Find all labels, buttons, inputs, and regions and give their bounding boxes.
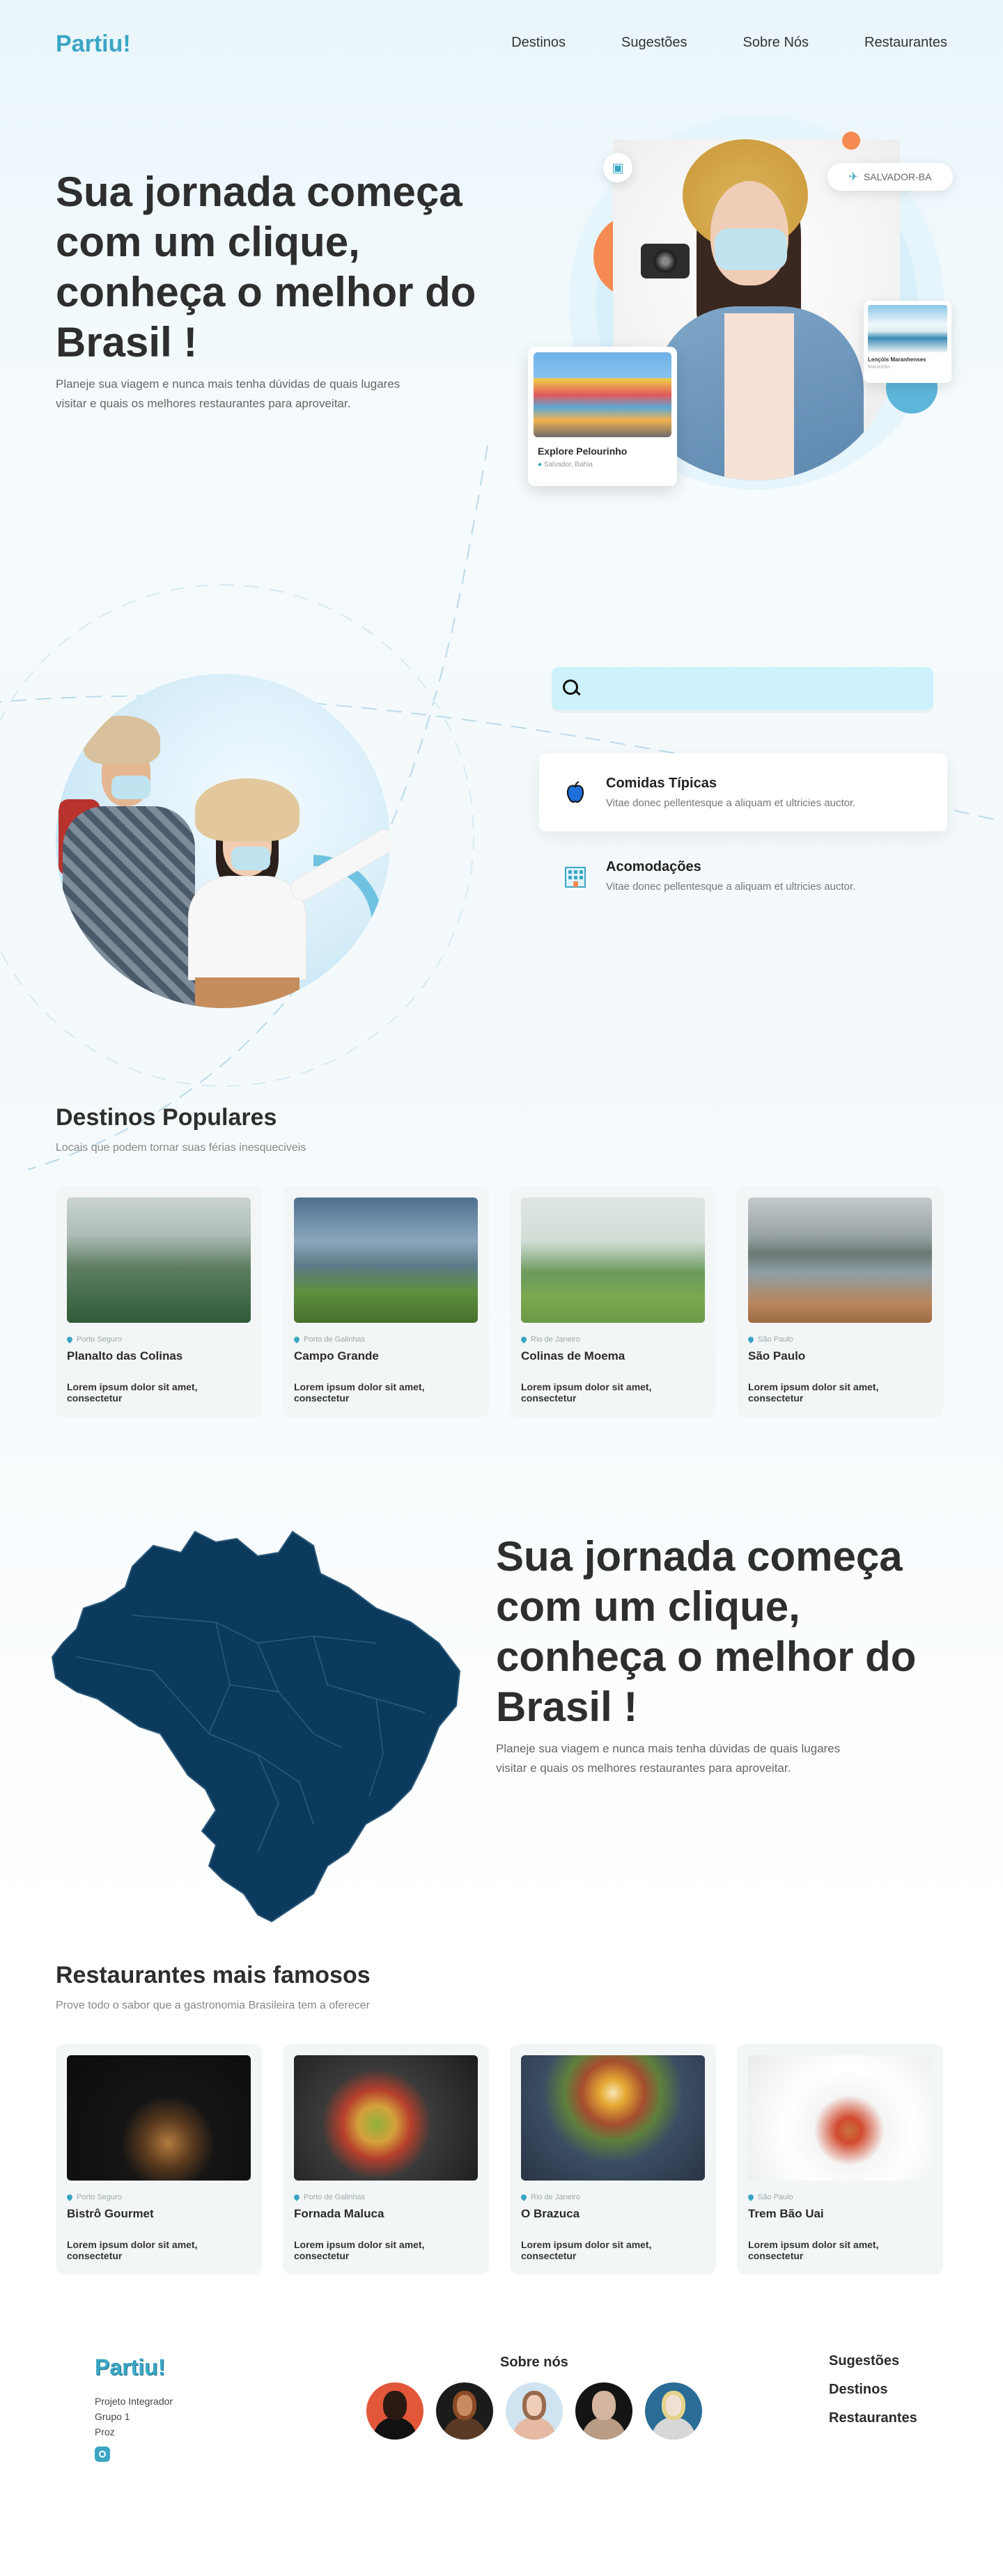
destino-desc: Lorem ipsum dolor sit amet, consectetur [521, 1381, 652, 1404]
destino-card[interactable]: Rio de Janeiro Colinas de Moema Lorem ip… [510, 1186, 716, 1416]
feature-desc: Vitae donec pellentesque a aliquam et ul… [606, 797, 856, 809]
nav-restaurantes[interactable]: Restaurantes [864, 35, 947, 51]
footer-link-restaurantes[interactable]: Restaurantes [829, 2410, 917, 2426]
destino-photo [67, 1197, 251, 1323]
pin-icon [293, 1335, 301, 1344]
destino-photo [521, 1197, 705, 1323]
destino-desc: Lorem ipsum dolor sit amet, consectetur [748, 1381, 879, 1404]
feature-comidas-tipicas[interactable]: Comidas Típicas Vitae donec pellentesque… [539, 753, 947, 831]
destino-name: Colinas de Moema [521, 1349, 625, 1362]
card-location: ● Salvador, Bahia [538, 461, 593, 469]
footer-link-sugestoes[interactable]: Sugestões [829, 2353, 917, 2369]
feature-desc: Vitae donec pellentesque a aliquam et ul… [606, 881, 856, 893]
pin-icon [520, 2193, 528, 2201]
destino-name: Campo Grande [294, 1349, 379, 1362]
map-section-subtitle: Planeje sua viagem e nunca mais tenha dú… [496, 1742, 841, 1775]
restaurante-photo [294, 2055, 478, 2181]
restaurante-card[interactable]: Rio de Janeiro O Brazuca Lorem ipsum dol… [510, 2044, 716, 2274]
destinos-subtitle: Locais que podem tornar suas férias ines… [56, 1142, 306, 1154]
restaurante-photo [67, 2055, 251, 2181]
restaurante-name: O Brazuca [521, 2207, 580, 2220]
map-section-title: Sua jornada começa com um clique, conheç… [496, 1533, 917, 1730]
destino-card[interactable]: São Paulo São Paulo Lorem ipsum dolor si… [737, 1186, 943, 1416]
brazil-map [51, 1530, 461, 1923]
feature-title: Acomodações [606, 859, 701, 874]
destino-card[interactable]: Porto Seguro Planalto das Colinas Lorem … [56, 1186, 262, 1416]
pin-icon [747, 1335, 755, 1344]
search-bar[interactable] [552, 667, 933, 710]
pin-icon [65, 2193, 74, 2201]
avatar[interactable] [645, 2382, 702, 2440]
destino-photo [294, 1197, 478, 1323]
avatar[interactable] [436, 2382, 493, 2440]
airplane-icon: ✈ [848, 171, 858, 183]
camera-icon [641, 244, 690, 278]
footer-logo[interactable]: Partiu! [95, 2355, 165, 2380]
couple-travelers-photo [56, 674, 390, 1008]
card-location: Maranhão [868, 365, 890, 370]
restaurante-desc: Lorem ipsum dolor sit amet, consectetur [67, 2239, 198, 2261]
lencois-photo [868, 305, 947, 352]
feature-acomodacoes[interactable]: Acomodações Vitae donec pellentesque a a… [539, 837, 947, 915]
location-pill: ✈ SALVADOR-BA [827, 163, 953, 191]
footer-link-destinos[interactable]: Destinos [829, 2382, 917, 2398]
footer-links: Sugestões Destinos Restaurantes [829, 2353, 917, 2426]
hotel-icon [560, 861, 591, 891]
card-title: Lençóis Maranhenses [868, 356, 926, 363]
restaurante-photo [521, 2055, 705, 2181]
restaurante-photo [748, 2055, 932, 2181]
restaurante-card[interactable]: São Paulo Trem Bão Uai Lorem ipsum dolor… [737, 2044, 943, 2274]
destinos-title: Destinos Populares [56, 1104, 277, 1131]
destino-desc: Lorem ipsum dolor sit amet, consectetur [67, 1381, 198, 1404]
location-pill-label: SALVADOR-BA [863, 171, 932, 182]
pin-icon [520, 1335, 528, 1344]
restaurante-card[interactable]: Porto de Galinhas Fornada Maluca Lorem i… [283, 2044, 489, 2274]
destino-card[interactable]: Porto de Galinhas Campo Grande Lorem ips… [283, 1186, 489, 1416]
restaurante-name: Trem Bão Uai [748, 2207, 824, 2220]
nav-destinos[interactable]: Destinos [511, 35, 566, 51]
logo[interactable]: Partiu! [56, 31, 131, 58]
search-input[interactable] [584, 667, 933, 710]
footer-info: Projeto Integrador Grupo 1 Proz [95, 2396, 173, 2437]
nav-sobre-nos[interactable]: Sobre Nós [743, 35, 809, 51]
pin-icon [293, 2193, 301, 2201]
restaurante-name: Bistrô Gourmet [67, 2207, 154, 2220]
apple-icon [560, 777, 591, 808]
destino-desc: Lorem ipsum dolor sit amet, consectetur [294, 1381, 425, 1404]
avatar[interactable] [575, 2382, 632, 2440]
bus-icon: ▣ [603, 153, 632, 182]
restaurantes-title: Restaurantes mais famosos [56, 1962, 371, 1988]
restaurante-name: Fornada Maluca [294, 2207, 384, 2220]
pelourinho-photo [534, 352, 671, 437]
restaurantes-cards: Porto Seguro Bistrô Gourmet Lorem ipsum … [56, 2044, 947, 2274]
destino-name: Planalto das Colinas [67, 1349, 183, 1362]
restaurante-desc: Lorem ipsum dolor sit amet, consectetur [748, 2239, 879, 2261]
restaurante-desc: Lorem ipsum dolor sit amet, consectetur [294, 2239, 425, 2261]
destino-photo [748, 1197, 932, 1323]
nav-sugestoes[interactable]: Sugestões [621, 35, 687, 51]
pin-icon: ● [538, 461, 543, 469]
search-icon[interactable] [560, 677, 584, 700]
card-explore-pelourinho[interactable]: Explore Pelourinho ● Salvador, Bahia [528, 347, 677, 486]
restaurantes-subtitle: Prove todo o sabor que a gastronomia Bra… [56, 2000, 370, 2011]
pin-icon [65, 1335, 74, 1344]
footer-about-title: Sobre nós [500, 2355, 568, 2370]
card-title: Explore Pelourinho [538, 446, 628, 457]
restaurante-desc: Lorem ipsum dolor sit amet, consectetur [521, 2239, 652, 2261]
team-avatars [366, 2382, 702, 2440]
decorative-orange-dot [842, 132, 860, 150]
pin-icon [747, 2193, 755, 2201]
restaurante-card[interactable]: Porto Seguro Bistrô Gourmet Lorem ipsum … [56, 2044, 262, 2274]
instagram-icon[interactable] [95, 2447, 110, 2462]
destinos-cards: Porto Seguro Planalto das Colinas Lorem … [56, 1186, 947, 1416]
hero-title: Sua jornada começa com um clique, conheç… [56, 168, 476, 366]
hero-subtitle: Planeje sua viagem e nunca mais tenha dú… [56, 377, 401, 410]
feature-title: Comidas Típicas [606, 776, 717, 791]
card-lencois[interactable]: Lençóis Maranhenses Maranhão [864, 301, 951, 383]
main-nav: Destinos Sugestões Sobre Nós Restaurante… [511, 35, 947, 51]
avatar[interactable] [506, 2382, 563, 2440]
avatar[interactable] [366, 2382, 423, 2440]
destino-name: São Paulo [748, 1349, 806, 1362]
